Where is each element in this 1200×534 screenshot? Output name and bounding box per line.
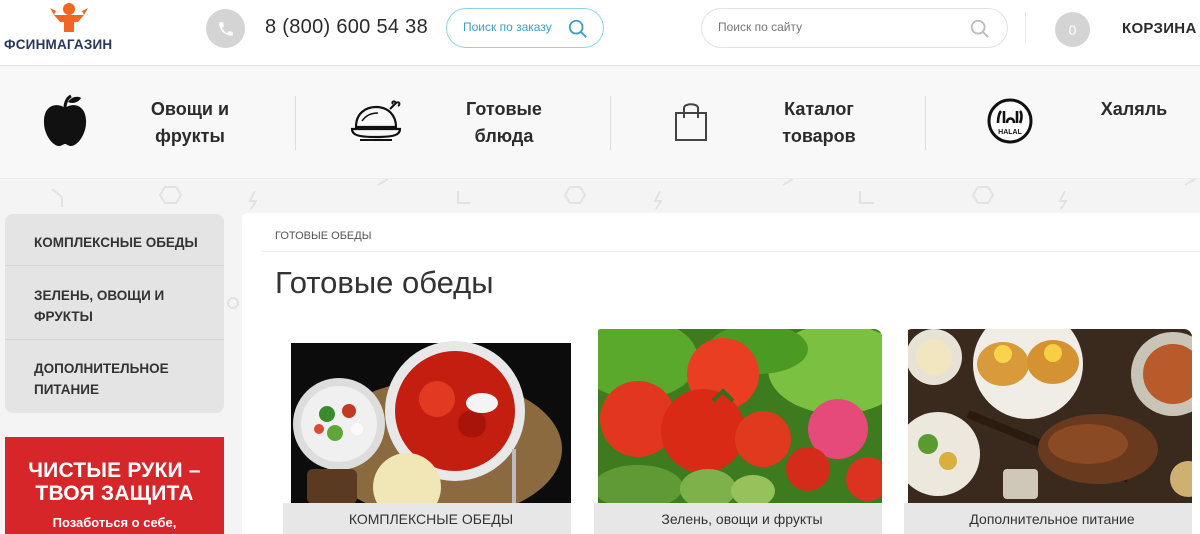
site-search[interactable] (701, 8, 1008, 48)
main-content: ГОТОВЫЕ ОБЕДЫ Готовые обеды КОМПЛЕКСНЫЕ … (242, 213, 1200, 534)
sidebar-menu: Комплексные обеды Зелень, овощи и фрукты… (5, 214, 224, 413)
category-label: Каталог товаров (782, 99, 856, 146)
category-label: Овощи и фрукты (150, 99, 230, 146)
search-icon[interactable] (567, 18, 589, 40)
page-title: Готовые обеды (275, 265, 494, 300)
cart-count-badge[interactable]: 0 (1055, 12, 1090, 47)
cart-link[interactable]: КОРЗИНА (1122, 20, 1197, 37)
phone-icon (218, 21, 233, 36)
promo-subtitle: Позаботься о себе, (52, 515, 177, 530)
breadcrumb-divider (262, 251, 1200, 252)
sidebar-item-additional-food[interactable]: Дополнительное питание (5, 340, 224, 413)
category-label: Халяль (1100, 99, 1168, 119)
category-label: Готовые блюда (466, 99, 542, 146)
card-image-dishes (908, 329, 1192, 504)
logo-text: ФСИНМАГАЗИН (4, 37, 113, 52)
header-divider (1025, 12, 1026, 42)
header: ФСИНМАГАЗИН 8 (800) 600 54 38 0 КОРЗИНА (0, 0, 1200, 66)
category-vegetables-fruits[interactable]: Овощи и фрукты (0, 67, 295, 179)
card-caption: Дополнительное питание (904, 503, 1192, 534)
roast-chicken-icon (348, 91, 404, 151)
breadcrumb[interactable]: ГОТОВЫЕ ОБЕДЫ (275, 230, 371, 242)
promo-banner[interactable]: ЧИСТЫЕ РУКИ – ТВОЯ ЗАЩИТА Позаботься о с… (5, 437, 224, 534)
card-image-lunch (287, 329, 571, 504)
sidebar-item-complex-lunches[interactable]: Комплексные обеды (5, 214, 224, 266)
sidebar-item-greens-vegetables[interactable]: Зелень, овощи и фрукты (5, 266, 224, 340)
card-image-vegetables (598, 329, 882, 504)
product-card-greens-vegetables[interactable]: Зелень, овощи и фрукты (594, 329, 882, 534)
category-ready-meals[interactable]: Готовые блюда (296, 67, 610, 179)
svg-text:HALAL: HALAL (998, 129, 1022, 136)
search-icon[interactable] (969, 18, 991, 40)
phone-button[interactable] (206, 9, 245, 48)
product-card-additional-food[interactable]: Дополнительное питание (904, 329, 1192, 534)
logo[interactable]: ФСИНМАГАЗИН (4, 2, 139, 62)
logo-figure-icon (50, 3, 88, 32)
shopping-bag-icon (663, 91, 719, 151)
order-search[interactable] (446, 8, 604, 48)
card-caption: Зелень, овощи и фрукты (594, 503, 882, 534)
category-halal[interactable]: HALAL Халяль (926, 67, 1200, 179)
card-caption: КОМПЛЕКСНЫЕ ОБЕДЫ (283, 503, 571, 534)
category-catalog[interactable]: Каталог товаров (611, 67, 925, 179)
site-search-input[interactable] (718, 20, 958, 34)
apple-icon (37, 91, 93, 151)
promo-title: ЧИСТЫЕ РУКИ – ТВОЯ ЗАЩИТА (28, 459, 201, 505)
halal-icon: HALAL (982, 91, 1038, 151)
phone-number[interactable]: 8 (800) 600 54 38 (265, 16, 428, 39)
product-card-complex-lunches[interactable]: КОМПЛЕКСНЫЕ ОБЕДЫ (283, 329, 571, 534)
decorative-ring (227, 297, 239, 309)
order-search-input[interactable] (463, 20, 573, 34)
category-nav: Овощи ифрукты Готовыеблюда Каталогтов (0, 67, 1200, 179)
